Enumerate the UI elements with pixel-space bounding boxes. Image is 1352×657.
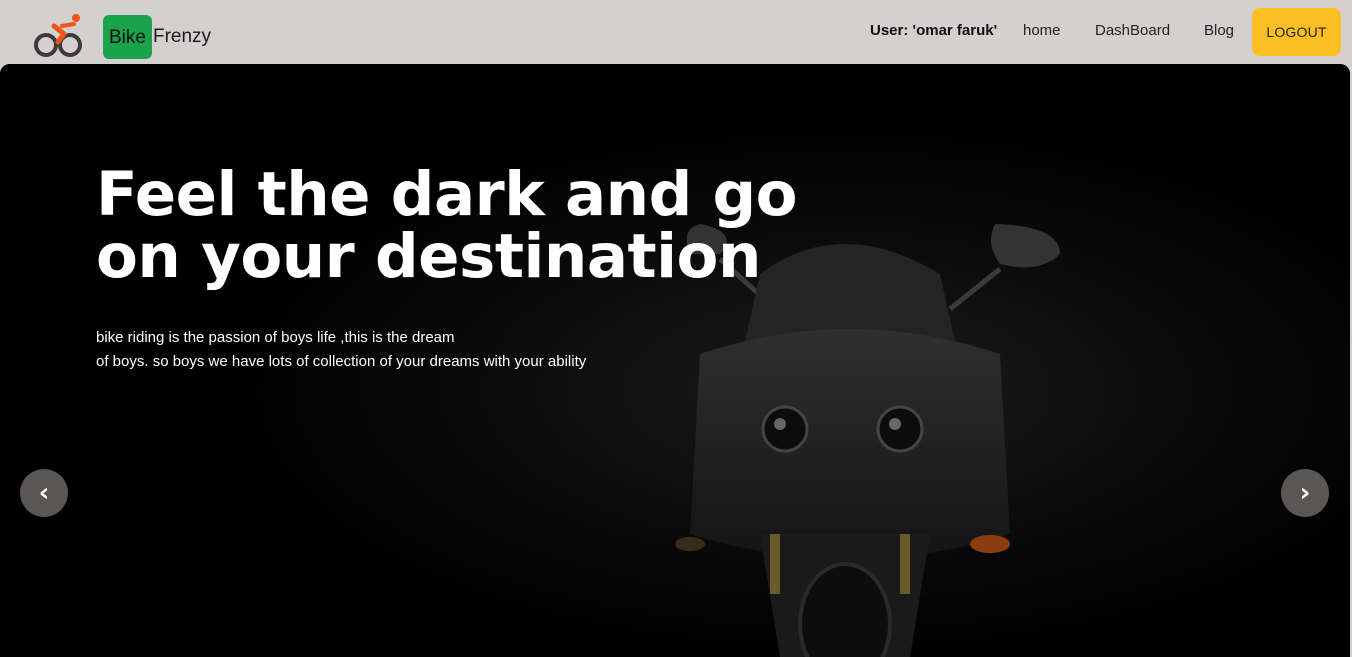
hero-description-line-1: bike riding is the passion of boys life … <box>96 329 455 346</box>
brand-name: Frenzy <box>152 26 212 47</box>
nav-link-blog[interactable]: Blog <box>1204 22 1234 39</box>
cyclist-logo-icon[interactable] <box>32 12 88 60</box>
hero-title: Feel the dark and go on your destination <box>96 159 798 292</box>
nav-link-dashboard[interactable]: DashBoard <box>1095 22 1170 39</box>
navbar: Bike Frenzy User: 'omar faruk' home Dash… <box>0 0 1352 64</box>
chevron-right-icon: › <box>1299 478 1311 508</box>
chevron-left-icon: ‹ <box>38 478 50 508</box>
brand[interactable]: Bike Frenzy <box>103 15 211 59</box>
hero-description-line-2: of boys. so boys we have lots of collect… <box>96 353 587 370</box>
nav-link-home[interactable]: home <box>1023 22 1061 39</box>
logout-button[interactable]: LOGOUT <box>1252 8 1341 56</box>
brand-badge: Bike <box>103 15 152 59</box>
carousel-prev-button[interactable]: ‹ <box>20 469 68 517</box>
hero-description: bike riding is the passion of boys life … <box>96 326 656 374</box>
hero-carousel: Feel the dark and go on your destination… <box>0 64 1350 657</box>
user-label: User: 'omar faruk' <box>870 22 998 39</box>
carousel-next-button[interactable]: › <box>1281 469 1329 517</box>
